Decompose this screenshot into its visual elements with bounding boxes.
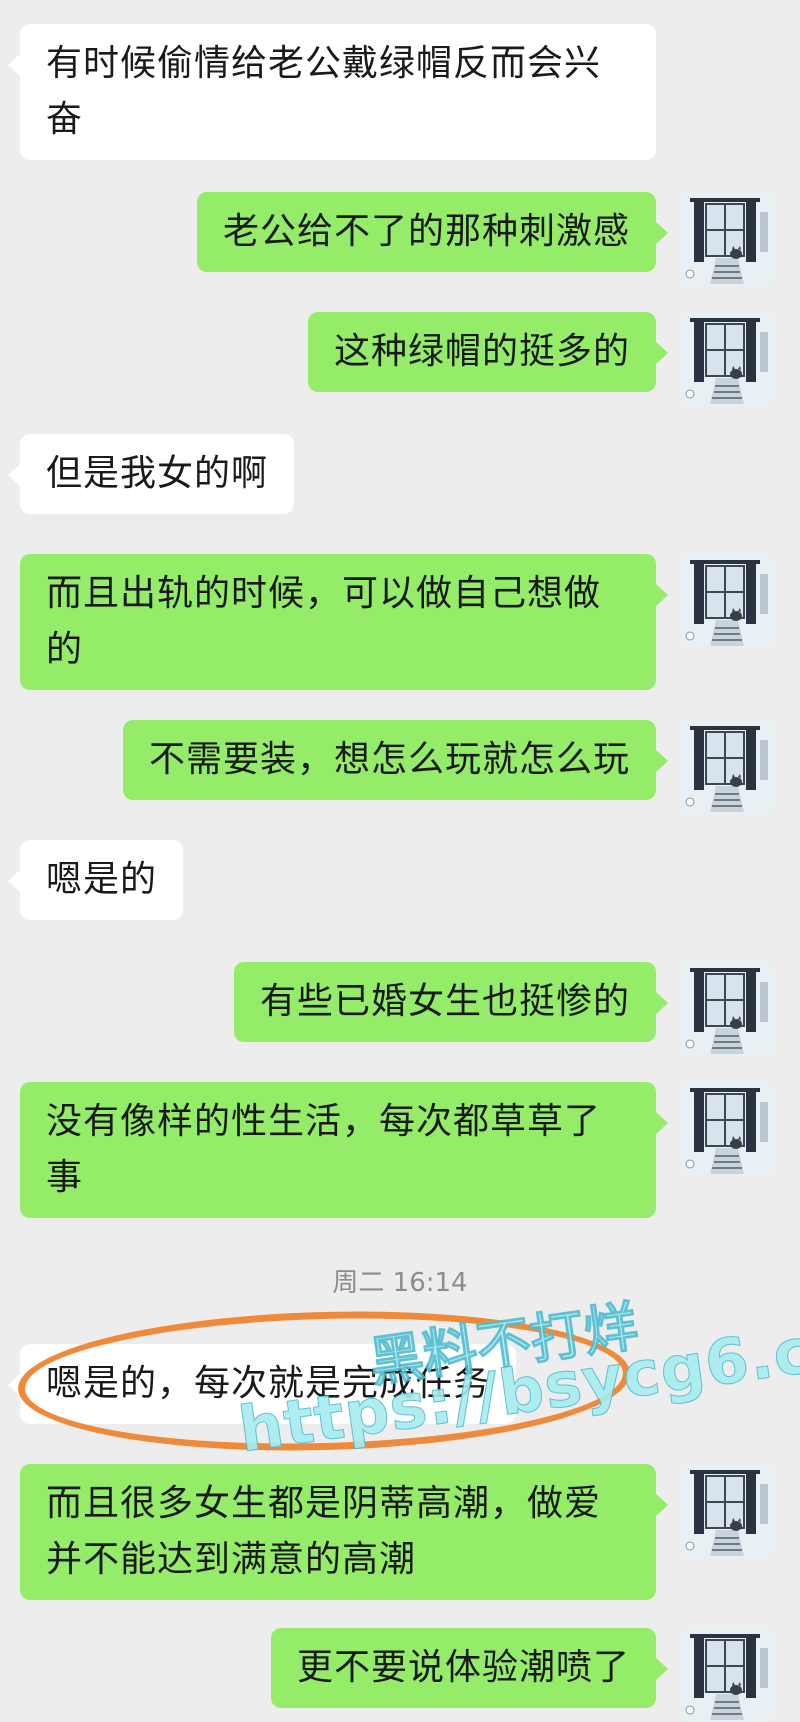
window-cat-avatar-icon [680,1082,774,1176]
window-cat-avatar-icon [680,720,774,814]
outgoing-message[interactable]: 老公给不了的那种刺激感 [196,192,669,272]
message-text: 更不要说体验潮喷了 [296,1647,630,1688]
outgoing-message[interactable]: 更不要说体验潮喷了 [270,1628,669,1708]
user-avatar[interactable] [680,720,774,814]
message-text: 没有像样的性生活，每次都草草了事 [46,1101,602,1198]
message-text: 有些已婚女生也挺惨的 [259,981,630,1022]
outgoing-message[interactable]: 而且很多女生都是阴蒂高潮，做爱并不能达到满意的高潮 [20,1464,668,1600]
outgoing-message[interactable]: 没有像样的性生活，每次都草草了事 [20,1082,668,1218]
window-cat-avatar-icon [680,312,774,406]
message-text: 而且出轨的时候，可以做自己想做的 [46,573,602,670]
window-cat-avatar-icon [680,192,774,286]
message-text: 不需要装，想怎么玩就怎么玩 [148,739,630,780]
user-avatar[interactable] [680,1464,774,1558]
user-avatar[interactable] [680,312,774,406]
incoming-message[interactable]: 但是我女的啊 [7,434,295,514]
window-cat-avatar-icon [680,554,774,648]
message-text: 这种绿帽的挺多的 [333,331,630,372]
incoming-message[interactable]: 嗯是的 [7,840,184,920]
incoming-message[interactable]: 有时候偷情给老公戴绿帽反而会兴奋 [8,24,656,160]
message-text: 而且很多女生都是阴蒂高潮，做爱并不能达到满意的高潮 [46,1483,602,1580]
window-cat-avatar-icon [680,1628,774,1722]
message-text: 老公给不了的那种刺激感 [222,211,630,252]
message-text: 有时候偷情给老公戴绿帽反而会兴奋 [46,43,602,140]
window-cat-avatar-icon [680,962,774,1056]
outgoing-message[interactable]: 不需要装，想怎么玩就怎么玩 [122,720,669,800]
user-avatar[interactable] [680,1628,774,1722]
user-avatar[interactable] [680,962,774,1056]
user-avatar[interactable] [680,554,774,648]
chat-timestamp: 周二 16:14 [332,1268,468,1298]
message-text: 嗯是的 [46,859,158,900]
user-avatar[interactable] [680,1082,774,1176]
user-avatar[interactable] [680,192,774,286]
window-cat-avatar-icon [680,1464,774,1558]
outgoing-message[interactable]: 这种绿帽的挺多的 [307,312,669,392]
message-text: 但是我女的啊 [46,453,269,494]
outgoing-message[interactable]: 有些已婚女生也挺惨的 [233,962,669,1042]
outgoing-message[interactable]: 而且出轨的时候，可以做自己想做的 [20,554,668,690]
